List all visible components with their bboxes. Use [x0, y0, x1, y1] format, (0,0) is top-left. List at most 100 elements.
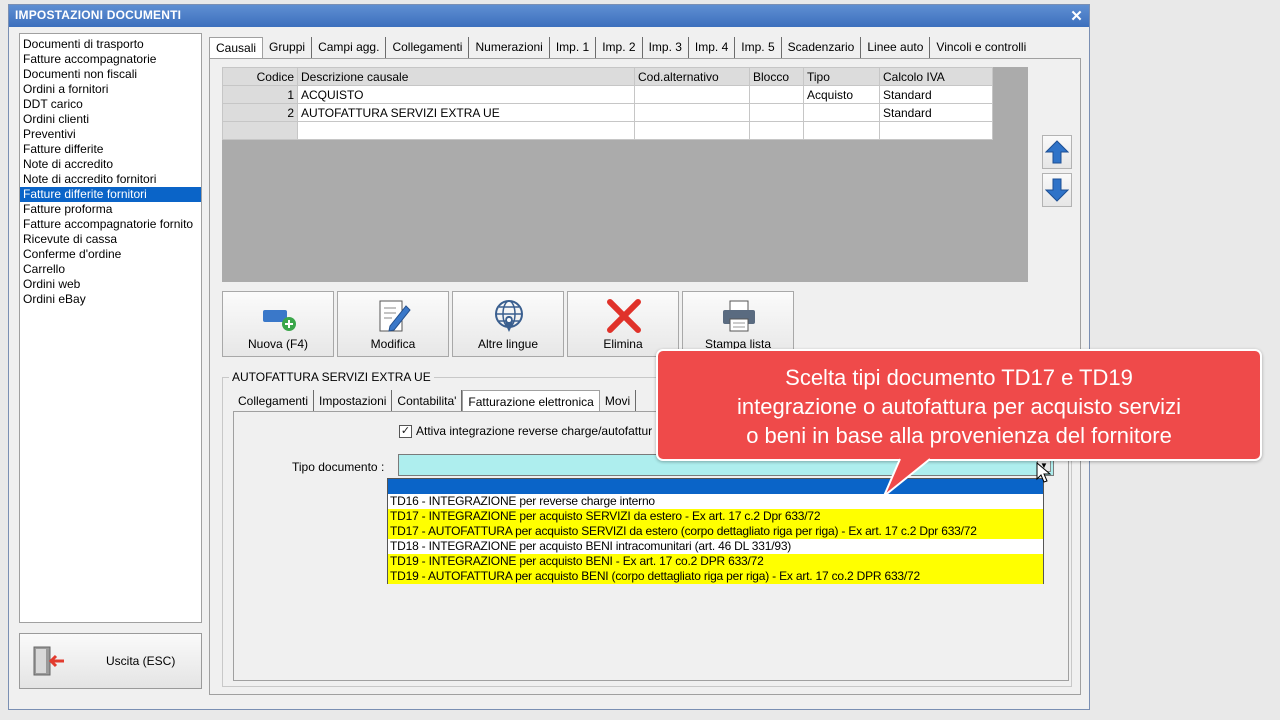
exit-label: Uscita (ESC): [106, 654, 176, 668]
sidebar-item[interactable]: Fatture proforma: [20, 202, 201, 217]
sidebar-item[interactable]: Documenti di trasporto: [20, 37, 201, 52]
close-icon[interactable]: ✕: [1070, 7, 1083, 25]
tab-imp-4[interactable]: Imp. 4: [689, 37, 736, 59]
detail-subtabs: Collegamenti Impostazioni Contabilita' Fatt…: [233, 390, 637, 412]
grid-cell[interactable]: [634, 103, 750, 122]
exit-button[interactable]: Uscita (ESC): [19, 633, 202, 689]
sidebar-item[interactable]: Note di accredito: [20, 157, 201, 172]
callout-line: Scelta tipi documento TD17 e TD19: [785, 365, 1133, 390]
grid-column-header[interactable]: Codice: [222, 67, 298, 86]
grid-cell[interactable]: Standard: [879, 85, 993, 104]
subtab-contabilita-[interactable]: Contabilita': [392, 390, 463, 412]
grid-column-header[interactable]: Cod.alternativo: [634, 67, 750, 86]
grid-cell[interactable]: 1: [222, 85, 298, 104]
grid-cell[interactable]: Standard: [879, 103, 993, 122]
reverse-charge-checkbox-row[interactable]: ✓ Attiva integrazione reverse charge/aut…: [399, 424, 652, 438]
grid-column-header[interactable]: Blocco: [749, 67, 804, 86]
subtab-fatturazione-elettronica[interactable]: Fatturazione elettronica: [462, 390, 600, 412]
subtab-collegamenti[interactable]: Collegamenti: [233, 390, 315, 412]
tab-campi-agg-[interactable]: Campi agg.: [312, 37, 387, 59]
sidebar-item[interactable]: Conferme d'ordine: [20, 247, 201, 262]
grid-cell[interactable]: [803, 121, 880, 140]
grid-cell[interactable]: [749, 121, 804, 140]
move-down-button[interactable]: [1042, 173, 1072, 207]
tab-collegamenti[interactable]: Collegamenti: [386, 37, 470, 59]
sidebar-item[interactable]: Ordini eBay: [20, 292, 201, 307]
print-list-button[interactable]: Stampa lista: [682, 291, 794, 357]
tab-imp-2[interactable]: Imp. 2: [596, 37, 643, 59]
dropdown-option[interactable]: TD17 - INTEGRAZIONE per acquisto SERVIZI…: [388, 509, 1043, 524]
grid-cell[interactable]: [879, 121, 993, 140]
tab-imp-1[interactable]: Imp. 1: [550, 37, 597, 59]
sidebar-item[interactable]: Ordini clienti: [20, 112, 201, 127]
tab-imp-3[interactable]: Imp. 3: [643, 37, 689, 59]
table-row[interactable]: 2 AUTOFATTURA SERVIZI EXTRA UE Standard: [222, 103, 993, 122]
tab-vincoli-e-controlli[interactable]: Vincoli e controlli: [930, 37, 1032, 59]
dropdown-option[interactable]: TD19 - AUTOFATTURA per acquisto BENI (co…: [388, 569, 1043, 584]
tab-imp-5[interactable]: Imp. 5: [735, 37, 782, 59]
subtab-movi[interactable]: Movi: [600, 390, 637, 412]
sidebar-item[interactable]: Ordini a fornitori: [20, 82, 201, 97]
sidebar-item[interactable]: Carrello: [20, 262, 201, 277]
move-up-button[interactable]: [1042, 135, 1072, 169]
grid-column-header[interactable]: Descrizione causale: [297, 67, 635, 86]
sidebar-item[interactable]: DDT carico: [20, 97, 201, 112]
delete-button[interactable]: Elimina: [567, 291, 679, 357]
dropdown-option[interactable]: TD18 - INTEGRAZIONE per acquisto BENI in…: [388, 539, 1043, 554]
tab-causali[interactable]: Causali: [209, 37, 264, 59]
other-languages-button[interactable]: Altre lingue: [452, 291, 564, 357]
arrow-down-icon: [1045, 178, 1069, 202]
grid-cell[interactable]: [749, 85, 804, 104]
tab-gruppi[interactable]: Gruppi: [263, 37, 313, 59]
grid-cell[interactable]: 2: [222, 103, 298, 122]
grid-cell[interactable]: ACQUISTO: [297, 85, 635, 104]
sidebar-item[interactable]: Fatture accompagnatorie: [20, 52, 201, 67]
tab-linee-auto[interactable]: Linee auto: [861, 37, 931, 59]
dropdown-option[interactable]: TD19 - INTEGRAZIONE per acquisto BENI - …: [388, 554, 1043, 569]
causali-grid: Codice Descrizione causale Cod.alternativo…: [222, 67, 1028, 282]
new-button[interactable]: Nuova (F4): [222, 291, 334, 357]
tab-numerazioni[interactable]: Numerazioni: [469, 37, 550, 59]
grid-column-header[interactable]: Calcolo IVA: [879, 67, 993, 86]
document-type-list[interactable]: Documenti di trasporto Fatture accompagna…: [19, 33, 202, 623]
sidebar-item[interactable]: Ricevute di cassa: [20, 232, 201, 247]
tab-scadenzario[interactable]: Scadenzario: [782, 37, 862, 59]
sidebar-item[interactable]: Fatture accompagnatorie fornito: [20, 217, 201, 232]
sidebar-item[interactable]: Preventivi: [20, 127, 201, 142]
callout-pointer: [883, 458, 931, 497]
sidebar-item[interactable]: Documenti non fiscali: [20, 67, 201, 82]
grid-header-row: Codice Descrizione causale Cod.alternativo…: [222, 67, 993, 86]
dropdown-option[interactable]: TD17 - AUTOFATTURA per acquisto SERVIZI …: [388, 524, 1043, 539]
dropdown-option[interactable]: TD16 - INTEGRAZIONE per reverse charge i…: [388, 494, 1043, 509]
printer-icon: [723, 300, 755, 332]
grid-cell[interactable]: AUTOFATTURA SERVIZI EXTRA UE: [297, 103, 635, 122]
grid-cell[interactable]: [749, 103, 804, 122]
reverse-charge-checkbox[interactable]: ✓: [399, 424, 412, 438]
delete-x-icon: [607, 299, 641, 333]
edit-button[interactable]: Modifica: [337, 291, 449, 357]
grid-cell[interactable]: [297, 121, 635, 140]
sidebar-item[interactable]: Ordini web: [20, 277, 201, 292]
dropdown-option[interactable]: [388, 479, 1043, 494]
sidebar-item[interactable]: Note di accredito fornitori: [20, 172, 201, 187]
subtab-impostazioni[interactable]: Impostazioni: [314, 390, 393, 412]
document-type-dropdown[interactable]: TD16 - INTEGRAZIONE per reverse charge i…: [387, 478, 1044, 584]
new-plus-icon: [263, 310, 296, 331]
reverse-charge-label: Attiva integrazione reverse charge/autof…: [416, 424, 653, 438]
annotation-callout: Scelta tipi documento TD17 e TD19 integr…: [656, 349, 1262, 461]
grid-cell[interactable]: [222, 121, 298, 140]
document-type-label: Tipo documento :: [292, 460, 385, 474]
edit-button-label: Modifica: [370, 337, 416, 351]
new-button-label: Nuova (F4): [247, 337, 309, 351]
table-row[interactable]: 1 ACQUISTO Acquisto Standard: [222, 85, 993, 104]
table-row[interactable]: [222, 121, 993, 140]
grid-cell[interactable]: [803, 103, 880, 122]
action-toolbar: Nuova (F4) Modifica Altre lingue Elimina…: [222, 291, 794, 357]
grid-cell[interactable]: Acquisto: [803, 85, 880, 104]
grid-cell[interactable]: [634, 121, 750, 140]
sidebar-item[interactable]: Fatture differite: [20, 142, 201, 157]
grid-cell[interactable]: [634, 85, 750, 104]
grid-column-header[interactable]: Tipo: [803, 67, 880, 86]
group-title: AUTOFATTURA SERVIZI EXTRA UE: [229, 370, 434, 384]
sidebar-item[interactable]: Fatture differite fornitori: [20, 187, 201, 202]
